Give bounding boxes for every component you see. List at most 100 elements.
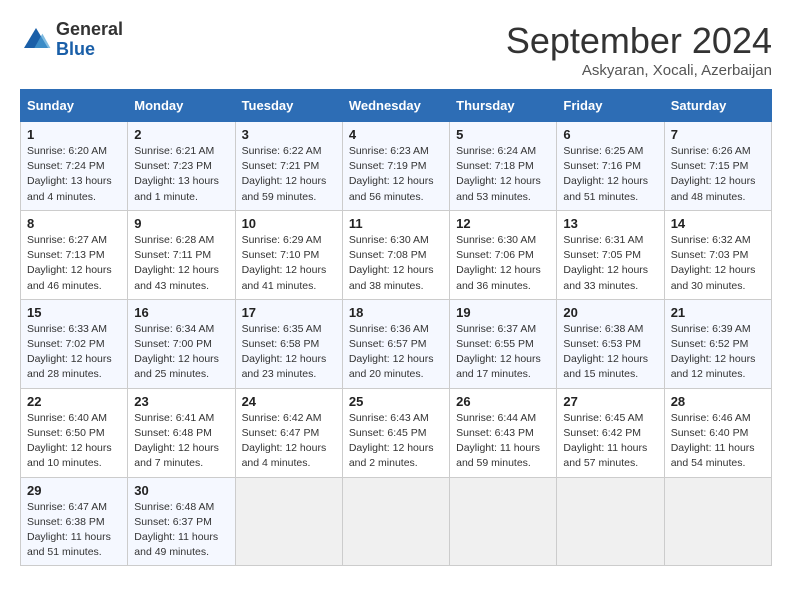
- day-number: 6: [563, 127, 657, 142]
- col-wednesday: Wednesday: [342, 90, 449, 122]
- table-row: 12 Sunrise: 6:30 AM Sunset: 7:06 PM Dayl…: [450, 210, 557, 299]
- day-number: 19: [456, 305, 550, 320]
- col-friday: Friday: [557, 90, 664, 122]
- day-number: 25: [349, 394, 443, 409]
- day-info: Sunrise: 6:30 AM Sunset: 7:06 PM Dayligh…: [456, 233, 550, 294]
- calendar-week-row: 8 Sunrise: 6:27 AM Sunset: 7:13 PM Dayli…: [21, 210, 772, 299]
- logo: General Blue: [20, 20, 123, 60]
- day-info: Sunrise: 6:36 AM Sunset: 6:57 PM Dayligh…: [349, 322, 443, 383]
- table-row: 30 Sunrise: 6:48 AM Sunset: 6:37 PM Dayl…: [128, 477, 235, 566]
- day-number: 18: [349, 305, 443, 320]
- page-header: General Blue September 2024 Askyaran, Xo…: [20, 20, 772, 79]
- day-number: 16: [134, 305, 228, 320]
- day-number: 15: [27, 305, 121, 320]
- day-number: 23: [134, 394, 228, 409]
- col-monday: Monday: [128, 90, 235, 122]
- day-info: Sunrise: 6:48 AM Sunset: 6:37 PM Dayligh…: [134, 500, 228, 561]
- calendar-header-row: Sunday Monday Tuesday Wednesday Thursday…: [21, 90, 772, 122]
- month-title: September 2024: [506, 20, 772, 62]
- table-row: 16 Sunrise: 6:34 AM Sunset: 7:00 PM Dayl…: [128, 299, 235, 388]
- day-info: Sunrise: 6:46 AM Sunset: 6:40 PM Dayligh…: [671, 411, 765, 472]
- location-subtitle: Askyaran, Xocali, Azerbaijan: [506, 62, 772, 79]
- day-number: 22: [27, 394, 121, 409]
- table-row: 8 Sunrise: 6:27 AM Sunset: 7:13 PM Dayli…: [21, 210, 128, 299]
- table-row: 26 Sunrise: 6:44 AM Sunset: 6:43 PM Dayl…: [450, 388, 557, 477]
- day-number: 7: [671, 127, 765, 142]
- table-row: 9 Sunrise: 6:28 AM Sunset: 7:11 PM Dayli…: [128, 210, 235, 299]
- day-info: Sunrise: 6:32 AM Sunset: 7:03 PM Dayligh…: [671, 233, 765, 294]
- calendar-table: Sunday Monday Tuesday Wednesday Thursday…: [20, 89, 772, 566]
- day-number: 17: [242, 305, 336, 320]
- col-thursday: Thursday: [450, 90, 557, 122]
- logo-icon: [20, 24, 52, 56]
- day-info: Sunrise: 6:45 AM Sunset: 6:42 PM Dayligh…: [563, 411, 657, 472]
- day-number: 14: [671, 216, 765, 231]
- day-number: 2: [134, 127, 228, 142]
- day-info: Sunrise: 6:24 AM Sunset: 7:18 PM Dayligh…: [456, 144, 550, 205]
- day-info: Sunrise: 6:43 AM Sunset: 6:45 PM Dayligh…: [349, 411, 443, 472]
- day-info: Sunrise: 6:47 AM Sunset: 6:38 PM Dayligh…: [27, 500, 121, 561]
- day-info: Sunrise: 6:42 AM Sunset: 6:47 PM Dayligh…: [242, 411, 336, 472]
- table-row: [450, 477, 557, 566]
- calendar-body: 1 Sunrise: 6:20 AM Sunset: 7:24 PM Dayli…: [21, 122, 772, 566]
- day-info: Sunrise: 6:31 AM Sunset: 7:05 PM Dayligh…: [563, 233, 657, 294]
- day-number: 20: [563, 305, 657, 320]
- title-area: September 2024 Askyaran, Xocali, Azerbai…: [506, 20, 772, 79]
- table-row: 18 Sunrise: 6:36 AM Sunset: 6:57 PM Dayl…: [342, 299, 449, 388]
- day-number: 11: [349, 216, 443, 231]
- table-row: 4 Sunrise: 6:23 AM Sunset: 7:19 PM Dayli…: [342, 122, 449, 211]
- day-info: Sunrise: 6:27 AM Sunset: 7:13 PM Dayligh…: [27, 233, 121, 294]
- table-row: 6 Sunrise: 6:25 AM Sunset: 7:16 PM Dayli…: [557, 122, 664, 211]
- table-row: 17 Sunrise: 6:35 AM Sunset: 6:58 PM Dayl…: [235, 299, 342, 388]
- day-number: 8: [27, 216, 121, 231]
- day-info: Sunrise: 6:37 AM Sunset: 6:55 PM Dayligh…: [456, 322, 550, 383]
- day-info: Sunrise: 6:22 AM Sunset: 7:21 PM Dayligh…: [242, 144, 336, 205]
- col-saturday: Saturday: [664, 90, 771, 122]
- table-row: 29 Sunrise: 6:47 AM Sunset: 6:38 PM Dayl…: [21, 477, 128, 566]
- day-number: 30: [134, 483, 228, 498]
- calendar-week-row: 15 Sunrise: 6:33 AM Sunset: 7:02 PM Dayl…: [21, 299, 772, 388]
- day-number: 5: [456, 127, 550, 142]
- day-number: 21: [671, 305, 765, 320]
- day-info: Sunrise: 6:29 AM Sunset: 7:10 PM Dayligh…: [242, 233, 336, 294]
- calendar-week-row: 22 Sunrise: 6:40 AM Sunset: 6:50 PM Dayl…: [21, 388, 772, 477]
- table-row: 19 Sunrise: 6:37 AM Sunset: 6:55 PM Dayl…: [450, 299, 557, 388]
- table-row: [664, 477, 771, 566]
- table-row: 27 Sunrise: 6:45 AM Sunset: 6:42 PM Dayl…: [557, 388, 664, 477]
- table-row: [342, 477, 449, 566]
- day-number: 24: [242, 394, 336, 409]
- day-info: Sunrise: 6:23 AM Sunset: 7:19 PM Dayligh…: [349, 144, 443, 205]
- day-number: 27: [563, 394, 657, 409]
- day-number: 4: [349, 127, 443, 142]
- logo-blue-text: Blue: [56, 39, 95, 59]
- day-info: Sunrise: 6:35 AM Sunset: 6:58 PM Dayligh…: [242, 322, 336, 383]
- day-info: Sunrise: 6:21 AM Sunset: 7:23 PM Dayligh…: [134, 144, 228, 205]
- table-row: 10 Sunrise: 6:29 AM Sunset: 7:10 PM Dayl…: [235, 210, 342, 299]
- calendar-week-row: 29 Sunrise: 6:47 AM Sunset: 6:38 PM Dayl…: [21, 477, 772, 566]
- day-info: Sunrise: 6:28 AM Sunset: 7:11 PM Dayligh…: [134, 233, 228, 294]
- table-row: 28 Sunrise: 6:46 AM Sunset: 6:40 PM Dayl…: [664, 388, 771, 477]
- table-row: [557, 477, 664, 566]
- table-row: 2 Sunrise: 6:21 AM Sunset: 7:23 PM Dayli…: [128, 122, 235, 211]
- day-info: Sunrise: 6:34 AM Sunset: 7:00 PM Dayligh…: [134, 322, 228, 383]
- table-row: 1 Sunrise: 6:20 AM Sunset: 7:24 PM Dayli…: [21, 122, 128, 211]
- table-row: 25 Sunrise: 6:43 AM Sunset: 6:45 PM Dayl…: [342, 388, 449, 477]
- day-number: 12: [456, 216, 550, 231]
- day-info: Sunrise: 6:26 AM Sunset: 7:15 PM Dayligh…: [671, 144, 765, 205]
- table-row: 24 Sunrise: 6:42 AM Sunset: 6:47 PM Dayl…: [235, 388, 342, 477]
- table-row: 21 Sunrise: 6:39 AM Sunset: 6:52 PM Dayl…: [664, 299, 771, 388]
- table-row: 7 Sunrise: 6:26 AM Sunset: 7:15 PM Dayli…: [664, 122, 771, 211]
- table-row: 15 Sunrise: 6:33 AM Sunset: 7:02 PM Dayl…: [21, 299, 128, 388]
- table-row: 3 Sunrise: 6:22 AM Sunset: 7:21 PM Dayli…: [235, 122, 342, 211]
- day-info: Sunrise: 6:41 AM Sunset: 6:48 PM Dayligh…: [134, 411, 228, 472]
- calendar-week-row: 1 Sunrise: 6:20 AM Sunset: 7:24 PM Dayli…: [21, 122, 772, 211]
- logo-general-text: General: [56, 19, 123, 39]
- day-number: 3: [242, 127, 336, 142]
- day-number: 26: [456, 394, 550, 409]
- table-row: 5 Sunrise: 6:24 AM Sunset: 7:18 PM Dayli…: [450, 122, 557, 211]
- day-info: Sunrise: 6:44 AM Sunset: 6:43 PM Dayligh…: [456, 411, 550, 472]
- day-info: Sunrise: 6:20 AM Sunset: 7:24 PM Dayligh…: [27, 144, 121, 205]
- day-number: 9: [134, 216, 228, 231]
- day-number: 10: [242, 216, 336, 231]
- day-number: 1: [27, 127, 121, 142]
